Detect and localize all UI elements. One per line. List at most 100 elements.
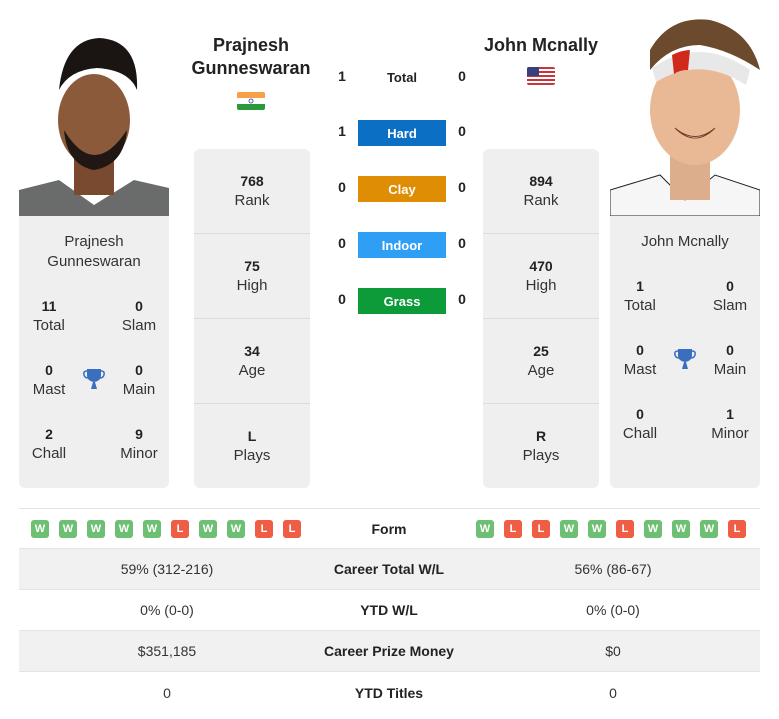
stat-label: Age — [527, 361, 555, 379]
form-loss-badge[interactable]: L — [504, 519, 522, 538]
form-badges-right: WLLWWLWWWL — [476, 519, 746, 538]
left-value: $351,185 — [137, 643, 197, 659]
title-value: 0 — [135, 362, 143, 378]
row-label: YTD Titles — [354, 684, 424, 701]
form-loss-badge[interactable]: L — [255, 519, 273, 538]
card-player-name-right: John Mcnally — [641, 233, 729, 250]
form-win-badge[interactable]: W — [476, 519, 494, 538]
titles-mast-left: 0 Mast — [19, 361, 79, 400]
player-photo-right — [610, 10, 760, 216]
stat-value: 75 — [244, 257, 260, 274]
stat-rank-left: 768 Rank — [194, 149, 310, 234]
title-value: 9 — [135, 426, 143, 442]
form-win-badge[interactable]: W — [700, 519, 718, 538]
form-loss-badge[interactable]: L — [616, 519, 634, 538]
comparison-row-ytd-titles: 0 YTD Titles 0 — [19, 672, 760, 713]
right-value: 56% (86-67) — [574, 561, 652, 577]
stat-label: High — [236, 276, 268, 294]
stat-value: 768 — [240, 172, 264, 189]
title-label: Chall — [622, 425, 658, 442]
title-value: 0 — [636, 342, 644, 358]
form-win-badge[interactable]: W — [143, 519, 161, 538]
form-win-badge[interactable]: W — [59, 519, 77, 538]
title-label: Slam — [121, 317, 157, 334]
stat-high-left: 75 High — [194, 234, 310, 319]
form-loss-badge[interactable]: L — [532, 519, 550, 538]
h2h-right-value: 0 — [458, 123, 466, 139]
stat-value: 25 — [533, 342, 549, 359]
stat-high-right: 470 High — [483, 234, 599, 319]
comparison-row-ytd-wl: 0% (0-0) YTD W/L 0% (0-0) — [19, 590, 760, 631]
h2h-left-value: 0 — [338, 291, 346, 307]
titles-main-right: 0 Main — [700, 341, 760, 380]
player-name-left[interactable]: Prajnesh Gunneswaran — [186, 34, 316, 80]
form-win-badge[interactable]: W — [672, 519, 690, 538]
title-label: Total — [33, 317, 65, 334]
form-win-badge[interactable]: W — [588, 519, 606, 538]
stat-age-left: 34 Age — [194, 319, 310, 404]
h2h-right-value: 0 — [458, 68, 466, 84]
title-value: 0 — [45, 362, 53, 378]
h2h-left-value: 0 — [338, 235, 346, 251]
trophy-icon — [82, 367, 106, 391]
form-label: Form — [371, 520, 407, 537]
right-value: 0 — [609, 684, 617, 701]
form-win-badge[interactable]: W — [560, 519, 578, 538]
title-label: Slam — [712, 297, 748, 314]
title-value: 0 — [636, 406, 644, 422]
form-row: WWWWWLWWLL Form WLLWWLWWWL — [19, 508, 760, 549]
stat-plays-right: R Plays — [483, 404, 599, 489]
title-value: 1 — [636, 278, 644, 294]
comparison-row-career-wl: 59% (312-216) Career Total W/L 56% (86-6… — [19, 549, 760, 590]
form-win-badge[interactable]: W — [644, 519, 662, 538]
titles-card-right: John Mcnally 1 Total 0 Slam 0 Mast 0 Mai… — [610, 216, 760, 488]
card-name-line2: Gunneswaran — [47, 253, 141, 270]
title-value: 0 — [135, 298, 143, 314]
titles-card-left: Prajnesh Gunneswaran 11 Total 0 Slam 0 M… — [19, 216, 169, 488]
h2h-left-value: 0 — [338, 179, 346, 195]
player-name-left-line1: Prajnesh — [212, 35, 290, 55]
stat-plays-left: L Plays — [194, 404, 310, 489]
titles-chall-left: 2 Chall — [19, 425, 79, 464]
stat-label: Plays — [233, 447, 271, 464]
surface-hard-badge[interactable]: Hard — [358, 120, 446, 146]
india-flag-icon — [237, 92, 265, 110]
title-value: 1 — [726, 406, 734, 422]
card-name-line1: Prajnesh — [64, 233, 124, 250]
form-win-badge[interactable]: W — [87, 519, 105, 538]
player-name-right[interactable]: John Mcnally — [470, 34, 612, 57]
titles-total-right: 1 Total — [610, 277, 670, 316]
stat-value: 34 — [244, 342, 260, 359]
comparison-row-prize-money: $351,185 Career Prize Money $0 — [19, 631, 760, 672]
title-label: Minor — [120, 445, 158, 462]
surface-indoor-badge[interactable]: Indoor — [358, 232, 446, 258]
form-loss-badge[interactable]: L — [171, 519, 189, 538]
title-label: Mast — [623, 361, 657, 378]
player-name-left-line2: Gunneswaran — [191, 58, 311, 78]
row-label: Career Total W/L — [333, 561, 445, 577]
stats-panel-left: 768 Rank 75 High 34 Age L Plays — [194, 149, 310, 488]
right-value: 0% (0-0) — [586, 602, 640, 618]
titles-slam-left: 0 Slam — [109, 297, 169, 336]
stats-panel-right: 894 Rank 470 High 25 Age R Plays — [483, 149, 599, 488]
h2h-right-value: 0 — [458, 291, 466, 307]
stat-age-right: 25 Age — [483, 319, 599, 404]
form-win-badge[interactable]: W — [115, 519, 133, 538]
form-win-badge[interactable]: W — [227, 519, 245, 538]
surface-clay-badge[interactable]: Clay — [358, 176, 446, 202]
stat-value: L — [247, 428, 257, 444]
form-loss-badge[interactable]: L — [728, 519, 746, 538]
h2h-left-value: 1 — [338, 68, 346, 84]
form-win-badge[interactable]: W — [31, 519, 49, 538]
stat-value: 894 — [529, 172, 553, 189]
stat-value: R — [535, 428, 547, 444]
surface-grass-badge[interactable]: Grass — [358, 288, 446, 314]
title-label: Mast — [32, 381, 66, 398]
form-badges-left: WWWWWLWWLL — [31, 519, 301, 538]
title-label: Chall — [31, 445, 67, 462]
form-win-badge[interactable]: W — [199, 519, 217, 538]
usa-flag-icon — [527, 67, 555, 85]
titles-main-left: 0 Main — [109, 361, 169, 400]
titles-minor-right: 1 Minor — [700, 405, 760, 444]
card-player-name-left: Prajnesh Gunneswaran — [19, 232, 169, 272]
